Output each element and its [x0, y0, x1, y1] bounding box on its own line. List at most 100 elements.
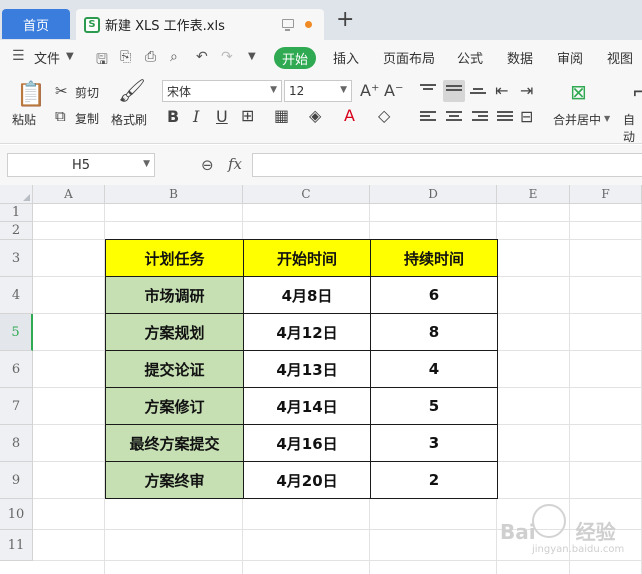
table-cell[interactable]: 4月16日 [243, 424, 371, 462]
paste-button[interactable]: 粘贴 [12, 111, 36, 128]
font-color-icon[interactable]: A [344, 106, 355, 125]
row-header-5[interactable]: 5 [0, 314, 33, 351]
table-header-cell[interactable]: 持续时间 [370, 239, 498, 277]
table-cell[interactable]: 3 [370, 424, 498, 462]
table-cell[interactable]: 4月20日 [243, 461, 371, 499]
increase-font-icon[interactable]: A⁺ [360, 81, 379, 100]
column-header-a[interactable]: A [33, 185, 105, 204]
row-header-2[interactable]: 2 [0, 222, 33, 240]
print-preview-icon[interactable]: ⌕ [170, 49, 178, 65]
row-header-11[interactable]: 11 [0, 530, 33, 561]
redo-icon[interactable]: ↷ [221, 49, 233, 65]
align-left-icon[interactable] [420, 111, 436, 123]
table-cell[interactable]: 4月12日 [243, 313, 371, 351]
new-tab-button[interactable]: + [336, 9, 354, 31]
align-center-icon[interactable] [446, 111, 462, 123]
row-header-10[interactable]: 10 [0, 499, 33, 530]
auto-wrap-button[interactable]: 自动 [623, 111, 642, 145]
export-icon[interactable]: ⎘ [120, 49, 131, 65]
bold-icon[interactable]: B [167, 107, 179, 126]
row-header-9[interactable]: 9 [0, 462, 33, 499]
decrease-indent-icon[interactable]: ⇤ [495, 81, 508, 100]
tab-document[interactable]: S 新建 XLS 工作表.xls [76, 9, 324, 40]
table-cell[interactable]: 4 [370, 350, 498, 388]
table-cell[interactable]: 2 [370, 461, 498, 499]
italic-icon[interactable]: I [193, 107, 199, 126]
row-header-6[interactable]: 6 [0, 351, 33, 388]
fill-style-icon[interactable]: ▦ [274, 106, 289, 125]
menu-review[interactable]: 审阅 [557, 40, 583, 74]
align-right-icon[interactable] [472, 111, 488, 123]
table-header-cell[interactable]: 开始时间 [243, 239, 371, 277]
column-header-f[interactable]: F [570, 185, 642, 204]
underline-icon[interactable]: U [216, 107, 228, 126]
merge-center-icon[interactable]: ⊠ [570, 80, 587, 104]
save-icon[interactable]: 🖫 [96, 49, 108, 73]
format-painter-button[interactable]: 格式刷 [111, 111, 147, 128]
column-header-c[interactable]: C [243, 185, 370, 204]
align-top-icon[interactable] [420, 84, 436, 96]
menu-formula[interactable]: 公式 [457, 40, 483, 74]
row-header-4[interactable]: 4 [0, 277, 33, 314]
hamburger-icon[interactable]: ☰ [12, 48, 25, 64]
row-header-7[interactable]: 7 [0, 388, 33, 425]
table-cell[interactable]: 市场调研 [105, 276, 244, 314]
fx-icon[interactable]: fx [228, 155, 242, 173]
copy-button[interactable]: 复制 [75, 110, 99, 127]
menu-insert[interactable]: 插入 [333, 40, 359, 74]
column-header-d[interactable]: D [370, 185, 497, 204]
merge-center-button[interactable]: 合并居中 [553, 111, 601, 128]
format-painter-icon[interactable]: 🖌 [118, 79, 146, 104]
table-cell[interactable]: 8 [370, 313, 498, 351]
table-cell[interactable]: 4月13日 [243, 350, 371, 388]
distributed-align-icon[interactable]: ⊟ [520, 107, 533, 126]
table-cell[interactable]: 方案修订 [105, 387, 244, 425]
table-cell[interactable]: 方案规划 [105, 313, 244, 351]
fill-color-icon[interactable]: ◈ [309, 106, 321, 125]
menu-view[interactable]: 视图 [607, 40, 633, 74]
row-header-1[interactable]: 1 [0, 204, 33, 222]
zoom-icon[interactable]: ⊖ [201, 156, 214, 174]
cut-button[interactable]: 剪切 [75, 84, 99, 101]
chevron-down-icon[interactable]: ▼ [604, 114, 610, 123]
table-cell[interactable]: 最终方案提交 [105, 424, 244, 462]
column-header-e[interactable]: E [497, 185, 570, 204]
monitor-icon[interactable] [282, 19, 294, 31]
decrease-font-icon[interactable]: A⁻ [384, 81, 403, 100]
row-header-8[interactable]: 8 [0, 425, 33, 462]
menu-page-layout[interactable]: 页面布局 [383, 40, 435, 74]
customize-chevron-icon[interactable]: ▼ [248, 51, 256, 62]
undo-icon[interactable]: ↶ [196, 49, 208, 65]
paste-icon[interactable]: 📋 [16, 80, 46, 108]
border-icon[interactable]: ⊞ [241, 106, 254, 125]
table-header-cell[interactable]: 计划任务 [105, 239, 244, 277]
chevron-down-icon: ▼ [270, 85, 277, 95]
copy-icon[interactable]: ⧉ [55, 107, 66, 125]
chevron-down-icon[interactable]: ▼ [66, 51, 74, 62]
align-middle-icon[interactable] [443, 80, 465, 102]
row-header-3[interactable]: 3 [0, 240, 33, 277]
wrap-text-icon[interactable]: ⌐ [632, 80, 642, 104]
tab-home[interactable]: 首页 [2, 9, 70, 39]
menu-data[interactable]: 数据 [507, 40, 533, 74]
print-icon[interactable]: ⎙ [145, 49, 156, 65]
table-cell[interactable]: 6 [370, 276, 498, 314]
font-name-select[interactable]: 宋体 ▼ [162, 80, 282, 102]
table-cell[interactable]: 方案终审 [105, 461, 244, 499]
increase-indent-icon[interactable]: ⇥ [520, 81, 533, 100]
table-cell[interactable]: 4月14日 [243, 387, 371, 425]
align-bottom-icon[interactable] [470, 88, 486, 100]
column-header-b[interactable]: B [105, 185, 243, 204]
table-cell[interactable]: 4月8日 [243, 276, 371, 314]
table-cell[interactable]: 提交论证 [105, 350, 244, 388]
select-all-corner[interactable] [0, 185, 33, 204]
menu-file[interactable]: 文件 [34, 40, 60, 74]
menu-start[interactable]: 开始 [274, 47, 316, 69]
name-box[interactable]: H5 ▼ [7, 153, 155, 177]
clear-format-icon[interactable]: ◇ [378, 106, 390, 125]
table-cell[interactable]: 5 [370, 387, 498, 425]
justify-icon[interactable] [497, 111, 513, 123]
scissors-icon[interactable]: ✂ [55, 82, 68, 100]
formula-input[interactable] [252, 153, 642, 177]
font-size-select[interactable]: 12 ▼ [284, 80, 352, 102]
